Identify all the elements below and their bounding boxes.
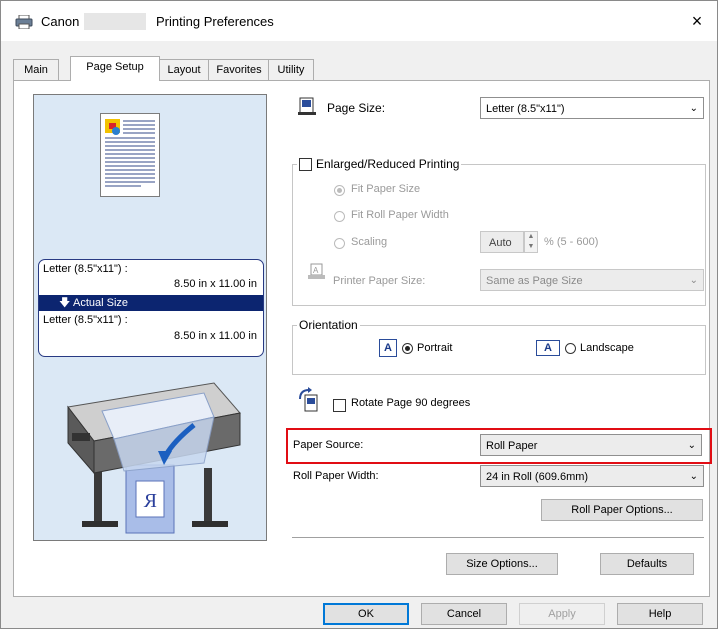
paper-source-label: Paper Source: [293,439,364,451]
page-size-dropdown[interactable]: Letter (8.5"x11") ⌄ [480,97,704,119]
output-size-dimensions: 8.50 in x 11.00 in [174,330,257,342]
chevron-down-icon: ⌄ [689,103,698,114]
roll-paper-width-label: Roll Paper Width: [293,470,379,482]
roll-paper-width-value: 24 in Roll (609.6mm) [486,471,589,483]
fit-roll-width-radio[interactable] [334,211,345,222]
page-size-value: Letter (8.5"x11") [486,103,565,115]
portrait-radio[interactable] [402,343,413,354]
original-size-label: Letter (8.5"x11") : [43,263,128,275]
original-size-dimensions: 8.50 in x 11.00 in [174,278,257,290]
printer-app-icon [15,15,33,29]
roll-paper-width-dropdown[interactable]: 24 in Roll (609.6mm) ⌄ [480,465,704,487]
size-options-button[interactable]: Size Options... [446,553,558,575]
scaling-label: Scaling [351,236,388,248]
scaling-spinner[interactable]: ▲ ▼ [524,231,538,253]
chevron-down-icon: ⌄ [687,440,696,451]
tab-utility[interactable]: Utility [268,59,314,80]
tab-layout[interactable]: Layout [158,59,210,80]
size-info-box: Letter (8.5"x11") : 8.50 in x 11.00 in 🡇… [38,259,264,357]
printer-paper-size-icon: A [308,263,325,279]
chevron-down-icon: ⌄ [689,275,698,286]
printing-preferences-window: Canon Printing Preferences × Main Page S… [0,0,718,629]
landscape-label: Landscape [580,342,634,354]
fit-roll-width-label: Fit Roll Paper Width [351,209,449,221]
print-preview: Letter (8.5"x11") : 8.50 in x 11.00 in 🡇… [33,94,267,541]
tab-favorites[interactable]: Favorites [208,59,270,80]
actual-size-bar: 🡇 Actual Size [39,295,263,311]
actual-size-label: Actual Size [73,297,129,309]
portrait-icon: A [379,339,397,357]
scaling-range: % (5 - 600) [544,236,599,248]
paper-source-value: Roll Paper [486,440,538,452]
roll-paper-options-button[interactable]: Roll Paper Options... [541,499,703,521]
redacted-model-name [84,13,146,30]
enlarged-reduced-header: Enlarged/Reduced Printing [297,157,462,172]
apply-button[interactable]: Apply [519,603,605,625]
tab-page-setup[interactable]: Page Setup [70,56,160,81]
cancel-button[interactable]: Cancel [421,603,507,625]
window-title: Printing Preferences [156,14,274,29]
scaling-radio[interactable] [334,238,345,249]
page-size-label: Page Size: [327,101,386,115]
scaling-input[interactable]: Auto [480,231,524,253]
ok-button[interactable]: OK [323,603,409,625]
page-size-icon [298,97,316,115]
printer-paper-size-dropdown[interactable]: Same as Page Size ⌄ [480,269,704,291]
output-size-label: Letter (8.5"x11") : [43,314,128,326]
defaults-button[interactable]: Defaults [600,553,694,575]
fit-paper-size-radio[interactable] [334,185,345,196]
landscape-icon: A [536,340,560,356]
printer-paper-size-value: Same as Page Size [486,275,583,287]
printer-paper-size-label: Printer Paper Size: [333,275,426,287]
orientation-group [292,325,706,375]
svg-text:A: A [313,266,319,275]
rotate-page-label: Rotate Page 90 degrees [351,397,471,409]
portrait-label: Portrait [417,342,453,354]
scaling-value: Auto [489,237,512,249]
enlarged-reduced-checkbox[interactable] [299,158,312,172]
help-button[interactable]: Help [617,603,703,625]
page-setup-panel: Letter (8.5"x11") : 8.50 in x 11.00 in 🡇… [13,80,712,597]
fit-paper-size-label: Fit Paper Size [351,183,421,195]
arrow-down-icon: 🡇 [59,297,71,309]
landscape-radio[interactable] [565,343,576,354]
paper-preview [100,113,160,197]
rotate-page-icon [299,387,318,412]
tab-main[interactable]: Main [13,59,59,80]
printer-basket-letter: R [143,490,157,512]
enlarged-reduced-label: Enlarged/Reduced Printing [316,157,460,171]
close-button[interactable]: × [685,9,709,33]
page-content-icon [105,119,155,187]
rotate-page-checkbox[interactable] [333,399,346,412]
chevron-down-icon: ⌄ [689,471,698,482]
orientation-title: Orientation [297,318,360,332]
large-format-printer-illustration: R [67,382,241,534]
window-title-brand: Canon [41,14,80,29]
section-divider [292,537,704,538]
paper-source-dropdown[interactable]: Roll Paper ⌄ [480,434,702,456]
title-bar: Canon Printing Preferences × [1,1,717,41]
